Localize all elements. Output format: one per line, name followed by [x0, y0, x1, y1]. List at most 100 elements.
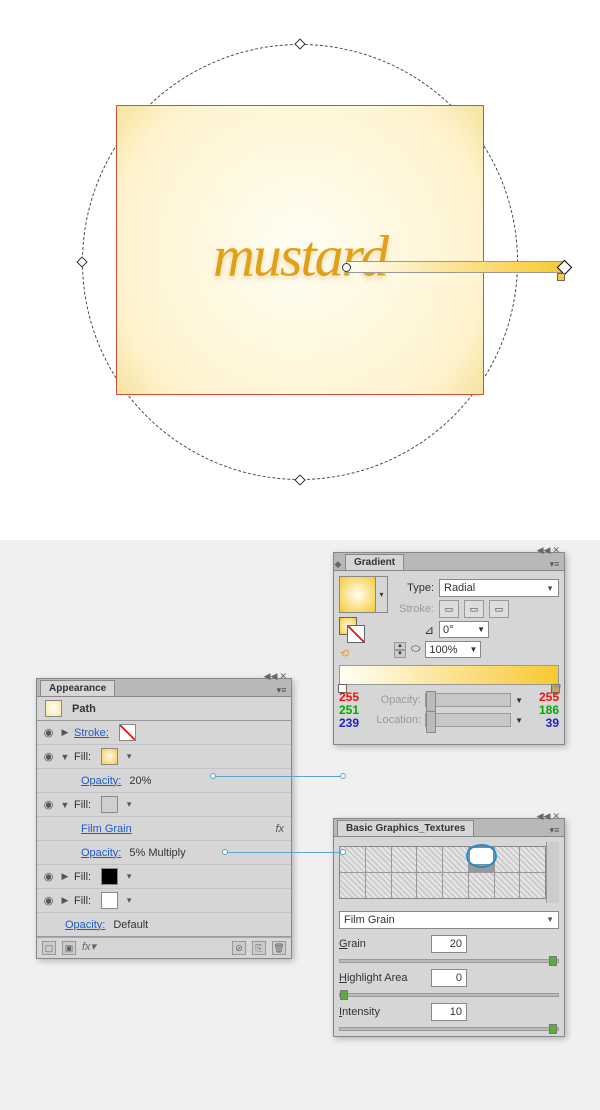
- texture-swatch[interactable]: [443, 847, 468, 872]
- caret-icon[interactable]: ▼: [515, 716, 523, 725]
- textures-panel: ◀◀✕ Basic Graphics_Textures ▾≡ Film Grai…: [333, 818, 565, 1037]
- intensity-slider[interactable]: [339, 1027, 559, 1031]
- filmgrain-link[interactable]: Film Grain: [81, 823, 132, 835]
- appearance-fill-row-4[interactable]: ◉ ▶ Fill: ▾: [37, 889, 291, 913]
- opacity-link[interactable]: Opacity:: [65, 919, 105, 931]
- intensity-value-input[interactable]: 10: [431, 1003, 467, 1021]
- appearance-fill-row-1[interactable]: ◉ ▼ Fill: ▾: [37, 745, 291, 769]
- add-effect-icon[interactable]: fx▾: [82, 941, 96, 955]
- swatch-menu-icon[interactable]: ▾: [376, 576, 388, 613]
- texture-swatch[interactable]: [443, 873, 468, 898]
- grain-slider[interactable]: [339, 959, 559, 963]
- visibility-toggle-icon[interactable]: ◉: [41, 797, 56, 812]
- gradient-stop-handle[interactable]: [557, 273, 565, 281]
- fill-swatch-gradient[interactable]: [101, 748, 118, 765]
- panel-grip[interactable]: ◀◀✕: [537, 545, 560, 556]
- appearance-fill-row-3[interactable]: ◉ ▶ Fill: ▾: [37, 865, 291, 889]
- texture-swatch[interactable]: [366, 873, 391, 898]
- panel-cycle-icon[interactable]: ◆: [334, 559, 342, 570]
- opacity-value: Default: [113, 919, 148, 931]
- gradient-angle-input[interactable]: 0°▼: [439, 621, 489, 638]
- fill-swatch-black[interactable]: [101, 868, 118, 885]
- visibility-toggle-icon[interactable]: ◉: [41, 869, 56, 884]
- highlight-slider[interactable]: [339, 993, 559, 997]
- gradient-aspect-input[interactable]: 100%▼: [425, 641, 481, 658]
- stroke-type-1-icon[interactable]: ▭: [439, 600, 459, 618]
- expand-icon[interactable]: ▶: [60, 727, 70, 738]
- aspect-nudge[interactable]: ▲▼: [394, 642, 406, 658]
- grain-value-input[interactable]: 20: [431, 935, 467, 953]
- new-stroke-icon[interactable]: ▢: [42, 941, 56, 955]
- reverse-gradient-icon[interactable]: ⟲: [339, 647, 348, 660]
- appearance-filmgrain-row[interactable]: Film Grain fx: [37, 817, 291, 841]
- new-fill-icon[interactable]: ▣: [62, 941, 76, 955]
- texture-swatch[interactable]: [392, 873, 417, 898]
- appearance-panel: ◀◀✕ Appearance ▾≡ Path ◉ ▶ Stroke: ◉ ▼ F…: [36, 678, 292, 959]
- appearance-opacity-row-2[interactable]: Opacity: 5% Multiply: [37, 841, 291, 865]
- gradient-preview-swatch[interactable]: [339, 576, 376, 613]
- swatch-menu-icon[interactable]: ▾: [124, 751, 134, 762]
- appearance-opacity-default-row[interactable]: Opacity: Default: [37, 913, 291, 937]
- gradient-location-input[interactable]: [425, 713, 511, 727]
- fill-swatch-grey[interactable]: [101, 796, 118, 813]
- texture-swatch[interactable]: [495, 873, 520, 898]
- panel-menu-icon[interactable]: ▾≡: [275, 685, 291, 696]
- angle-icon: ⊿: [394, 623, 434, 637]
- expand-icon[interactable]: ▶: [60, 871, 70, 882]
- artboard-rect[interactable]: mustard: [116, 105, 484, 395]
- texture-swatch[interactable]: [520, 847, 545, 872]
- texture-swatch[interactable]: [340, 873, 365, 898]
- texture-swatch[interactable]: [520, 873, 545, 898]
- expand-icon[interactable]: ▶: [60, 895, 70, 906]
- appearance-fill-row-2[interactable]: ◉ ▼ Fill: ▾: [37, 793, 291, 817]
- visibility-toggle-icon[interactable]: ◉: [41, 725, 56, 740]
- texture-swatch-selected[interactable]: [469, 847, 494, 865]
- texture-swatch[interactable]: [495, 847, 520, 872]
- fill-swatch-white[interactable]: [101, 892, 118, 909]
- stroke-type-2-icon[interactable]: ▭: [464, 600, 484, 618]
- textures-tab[interactable]: Basic Graphics_Textures: [337, 820, 474, 836]
- texture-name-select[interactable]: Film Grain▼: [339, 911, 559, 929]
- highlight-value-input[interactable]: 0: [431, 969, 467, 987]
- clear-icon[interactable]: ⊘: [232, 941, 246, 955]
- duplicate-icon[interactable]: ⎘: [252, 941, 266, 955]
- gradient-ramp[interactable]: [339, 665, 559, 685]
- fill-stroke-toggle[interactable]: [339, 617, 365, 643]
- visibility-toggle-icon[interactable]: ◉: [41, 893, 56, 908]
- texture-swatch[interactable]: [417, 873, 442, 898]
- stroke-swatch[interactable]: [119, 724, 136, 741]
- swatch-menu-icon[interactable]: ▾: [124, 799, 134, 810]
- fx-icon[interactable]: fx: [275, 823, 284, 835]
- collapse-icon[interactable]: ▼: [60, 800, 70, 810]
- connector-fill-to-gradient: [213, 776, 343, 777]
- texture-swatch[interactable]: [392, 847, 417, 872]
- appearance-opacity-row-1[interactable]: Opacity: 20%: [37, 769, 291, 793]
- swatch-menu-icon[interactable]: ▾: [124, 871, 134, 882]
- aspect-icon: ⬭: [411, 643, 420, 656]
- texture-swatch[interactable]: [366, 847, 391, 872]
- textures-scrollbar[interactable]: [546, 842, 559, 903]
- appearance-stroke-row[interactable]: ◉ ▶ Stroke:: [37, 721, 291, 745]
- gradient-tab[interactable]: Gradient: [345, 554, 404, 570]
- stroke-link[interactable]: Stroke:: [74, 727, 109, 739]
- swatch-menu-icon[interactable]: ▾: [124, 895, 134, 906]
- opacity-link[interactable]: Opacity:: [81, 775, 121, 787]
- appearance-tab[interactable]: Appearance: [40, 680, 115, 696]
- panel-grip[interactable]: ◀◀✕: [537, 811, 560, 822]
- gradient-type-select[interactable]: Radial▼: [439, 579, 559, 597]
- collapse-icon[interactable]: ▼: [60, 752, 70, 762]
- gradient-origin-handle[interactable]: [342, 263, 351, 272]
- appearance-path-row[interactable]: Path: [37, 697, 291, 721]
- visibility-toggle-icon[interactable]: ◉: [41, 749, 56, 764]
- panel-menu-icon[interactable]: ▾≡: [548, 559, 564, 570]
- trash-icon[interactable]: 🗑: [272, 941, 286, 955]
- gradient-opacity-input[interactable]: [425, 693, 511, 707]
- texture-swatch[interactable]: [417, 847, 442, 872]
- texture-swatch[interactable]: [469, 873, 494, 898]
- opacity-link[interactable]: Opacity:: [81, 847, 121, 859]
- panel-menu-icon[interactable]: ▾≡: [548, 825, 564, 836]
- stroke-type-3-icon[interactable]: ▭: [489, 600, 509, 618]
- panel-grip[interactable]: ◀◀✕: [264, 671, 287, 682]
- canvas-gradient-annotator[interactable]: [346, 261, 564, 273]
- caret-icon[interactable]: ▼: [515, 696, 523, 705]
